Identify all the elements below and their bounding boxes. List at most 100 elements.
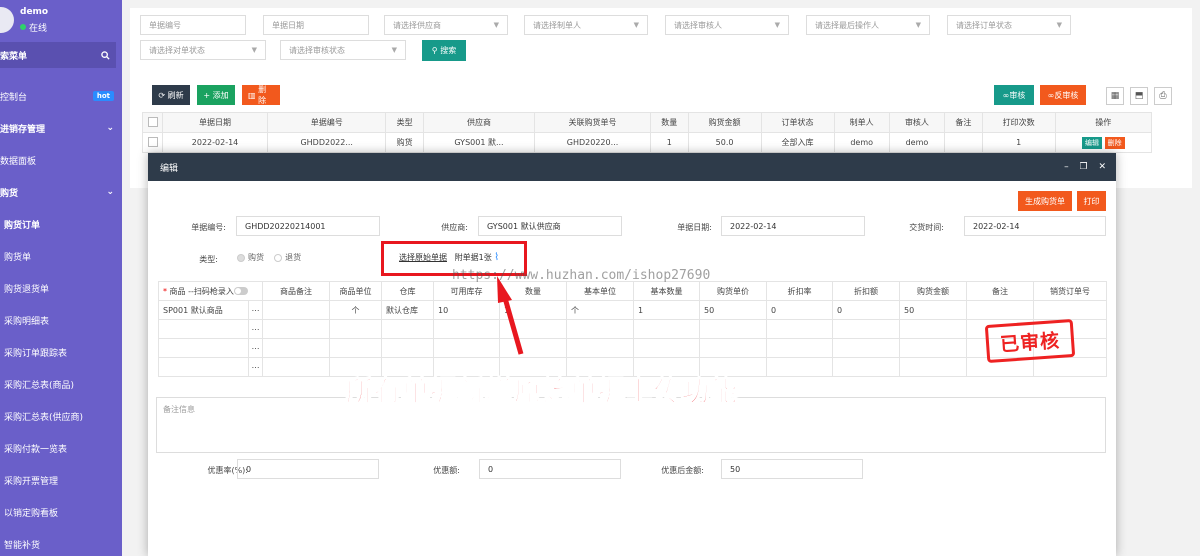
supplier-field[interactable]: GYS001 默认供应商: [478, 216, 622, 236]
scanner-toggle[interactable]: [233, 287, 248, 295]
discount-rate-field[interactable]: 0: [237, 459, 379, 479]
refresh-button[interactable]: ⟳ 刷新: [152, 85, 190, 105]
table-row[interactable]: ⋯: [158, 319, 1107, 339]
print-icon[interactable]: ⎙: [1154, 87, 1172, 105]
table-row[interactable]: SP001 默认商品 ⋯ 个 默认仓库 10 1 个 1 50 0 0 50: [158, 300, 1107, 320]
column-header[interactable]: 备注: [944, 112, 983, 133]
table-cell[interactable]: 个: [566, 300, 634, 320]
table-cell[interactable]: [966, 300, 1034, 320]
table-cell: 2022-02-14: [161, 132, 269, 153]
audit-button[interactable]: ∞ 审核: [994, 85, 1034, 105]
doc-date-input[interactable]: 单据日期: [263, 15, 369, 35]
discount-amount-field[interactable]: 0: [479, 459, 621, 479]
delivery-field[interactable]: 2022-02-14: [964, 216, 1106, 236]
table-cell[interactable]: 1: [499, 300, 567, 320]
doc-no-input[interactable]: 单据编号: [140, 15, 246, 35]
table-row[interactable]: 2022-02-14 GHDD2022... 购货 GYS001 默... GH…: [142, 132, 1153, 153]
reconcile-status-select[interactable]: 请选择对单状态 ▼: [140, 40, 266, 60]
column-header[interactable]: 购货金额: [687, 112, 762, 133]
sidebar-item-purchase-order[interactable]: 购货订单: [0, 208, 122, 240]
supplier-select[interactable]: 请选择供应商 ▼: [384, 15, 508, 35]
sidebar-item-dashboard[interactable]: 控制台 hot: [0, 80, 122, 112]
print-button[interactable]: 打印: [1077, 191, 1106, 211]
table-cell[interactable]: 50: [899, 300, 967, 320]
table-cell[interactable]: 1: [633, 300, 700, 320]
table-row[interactable]: ⋯: [158, 338, 1107, 358]
row-edit-button[interactable]: 编辑: [1082, 136, 1103, 149]
more-icon[interactable]: ⋯: [248, 319, 263, 339]
sidebar-item-order-tracking[interactable]: 采购订单跟踪表: [0, 336, 122, 368]
table-cell[interactable]: [1033, 300, 1107, 320]
auditor-select[interactable]: 请选择审核人 ▼: [665, 15, 789, 35]
sidebar-item-data-panel[interactable]: 数据面板: [0, 144, 122, 176]
close-icon[interactable]: ✕: [1098, 162, 1106, 172]
add-button[interactable]: + 添加: [197, 85, 235, 105]
column-header[interactable]: 类型: [385, 112, 424, 133]
export-icon[interactable]: ⬒: [1130, 87, 1148, 105]
sidebar-item-payment-list[interactable]: 采购付款一览表: [0, 432, 122, 464]
supplier-label: 供应商:: [441, 223, 468, 232]
after-discount-field[interactable]: 50: [721, 459, 863, 479]
sidebar-item-smart-restock[interactable]: 智能补货: [0, 528, 122, 556]
table-cell: 购货: [385, 132, 424, 153]
radio-purchase[interactable]: 购货: [237, 253, 264, 262]
link-icon: ∞: [1002, 90, 1010, 100]
more-icon[interactable]: ⋯: [248, 357, 263, 377]
table-cell: 1: [650, 132, 689, 153]
radio-return[interactable]: 退货: [274, 253, 301, 262]
sidebar-item-summary-supplier[interactable]: 采购汇总表(供应商): [0, 400, 122, 432]
doc-no-field[interactable]: GHDD20220214001: [236, 216, 380, 236]
maker-select[interactable]: 请选择制单人 ▼: [524, 15, 648, 35]
column-header[interactable]: 供应商: [422, 112, 536, 133]
audit-status-select[interactable]: 请选择审核状态 ▼: [280, 40, 406, 60]
table-cell: [944, 132, 983, 153]
column-header[interactable]: 制单人: [833, 112, 890, 133]
more-icon[interactable]: ⋯: [248, 300, 263, 320]
sidebar-item-purchase[interactable]: 购货 ⌄: [0, 176, 122, 208]
column-header[interactable]: 订单状态: [760, 112, 835, 133]
columns-icon[interactable]: ▦: [1106, 87, 1124, 105]
menu-search[interactable]: 索菜单: [0, 42, 116, 68]
column-header[interactable]: 关联购货单号: [534, 112, 651, 133]
maximize-icon[interactable]: ❐: [1080, 162, 1088, 172]
sidebar-item-sales-board[interactable]: 以销定购看板: [0, 496, 122, 528]
column-header[interactable]: 单据日期: [161, 112, 269, 133]
row-checkbox[interactable]: [142, 132, 163, 153]
sidebar-item-invoice[interactable]: 采购开票管理: [0, 464, 122, 496]
doc-date-field[interactable]: 2022-02-14: [721, 216, 865, 236]
delete-button[interactable]: ▥ 删除: [242, 85, 280, 105]
table-cell[interactable]: 0: [832, 300, 900, 320]
column-header[interactable]: 单据编号: [267, 112, 387, 133]
row-delete-button[interactable]: 删除: [1104, 136, 1125, 149]
column-header[interactable]: 打印次数: [981, 112, 1056, 133]
goods-cell[interactable]: SP001 默认商品: [158, 300, 249, 320]
modal-title: 编辑: [160, 163, 179, 174]
sidebar-item-inventory[interactable]: 进销存管理 ⌄: [0, 112, 122, 144]
sidebar-item-purchase-detail[interactable]: 采购明细表: [0, 304, 122, 336]
dropdown-arrow-icon: ▼: [251, 46, 257, 54]
search-icon[interactable]: [101, 50, 110, 60]
column-header[interactable]: 数量: [650, 112, 689, 133]
chevron-down-icon: ⌄: [106, 123, 114, 133]
table-cell[interactable]: 个: [329, 300, 382, 320]
trash-icon: ▥: [248, 90, 259, 100]
column-header: 商品单位: [329, 281, 382, 301]
select-all-checkbox[interactable]: [142, 112, 163, 133]
edit-modal: 编辑 – ❐ ✕ 生成购货单 打印 单据编号: GHDD20220214001 …: [148, 153, 1116, 556]
order-status-select[interactable]: 请选择订单状态 ▼: [947, 15, 1071, 35]
sidebar-item-purchase-return[interactable]: 购货退货单: [0, 272, 122, 304]
minimize-icon[interactable]: –: [1064, 162, 1069, 172]
table-cell[interactable]: 默认仓库: [381, 300, 434, 320]
sidebar-item-purchase-bill[interactable]: 购货单: [0, 240, 122, 272]
more-icon[interactable]: ⋯: [248, 338, 263, 358]
column-header[interactable]: 审核人: [888, 112, 946, 133]
search-button[interactable]: ⚲ 搜索: [422, 40, 466, 61]
generate-purchase-button[interactable]: 生成购货单: [1018, 191, 1072, 211]
sidebar-item-summary-goods[interactable]: 采购汇总表(商品): [0, 368, 122, 400]
table-cell[interactable]: 0: [766, 300, 833, 320]
table-cell[interactable]: 50: [699, 300, 767, 320]
goods-table: * 商品 --扫码枪录入 商品备注 商品单位 仓库 可用库存 数量 基本单位 基…: [158, 281, 1107, 377]
last-operator-select[interactable]: 请选择最后操作人 ▼: [806, 15, 930, 35]
table-cell[interactable]: [262, 300, 330, 320]
unaudit-button[interactable]: ∞ 反审核: [1040, 85, 1086, 105]
